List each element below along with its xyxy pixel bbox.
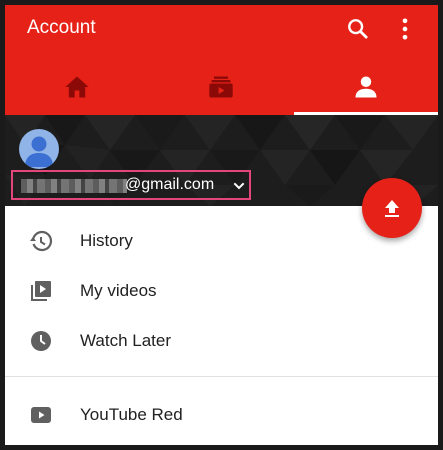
my-videos-icon (31, 281, 51, 301)
search-button[interactable] (344, 15, 372, 43)
person-icon (355, 76, 377, 98)
app-screen: Account @gmail.com History My videos Wat… (5, 5, 438, 445)
avatar[interactable] (19, 129, 59, 169)
tab-bar (5, 57, 438, 115)
menu-item-label: History (80, 231, 133, 250)
menu-item-history[interactable]: History (5, 216, 438, 266)
home-icon (65, 76, 89, 98)
menu-item-label: YouTube Red (80, 405, 183, 424)
menu-item-label: My videos (80, 281, 157, 300)
more-options-button[interactable] (391, 15, 419, 43)
tab-account[interactable] (294, 57, 438, 115)
search-icon (348, 19, 368, 39)
history-icon (30, 230, 53, 252)
default-avatar-icon (25, 136, 53, 167)
chevron-down-icon (233, 182, 245, 190)
more-vert-icon (402, 18, 408, 40)
clock-icon (31, 331, 51, 351)
email-domain: @gmail.com (125, 176, 215, 193)
app-bar: Account (5, 5, 438, 57)
menu-divider (5, 376, 438, 377)
tab-subscriptions[interactable] (149, 57, 293, 115)
page-title: Account (27, 17, 96, 38)
menu-item-my-videos[interactable]: My videos (5, 266, 438, 316)
menu-item-youtube-red[interactable]: YouTube Red (5, 390, 438, 440)
subscriptions-icon (209, 76, 233, 98)
account-switcher[interactable]: @gmail.com (11, 170, 251, 200)
redacted-email-username (21, 179, 127, 193)
menu-item-label: Watch Later (80, 331, 172, 350)
device-frame: Account @gmail.com History My videos Wat… (0, 0, 443, 450)
youtube-red-icon (31, 407, 51, 423)
tab-home[interactable] (5, 57, 149, 115)
menu-item-watch-later[interactable]: Watch Later (5, 316, 438, 366)
